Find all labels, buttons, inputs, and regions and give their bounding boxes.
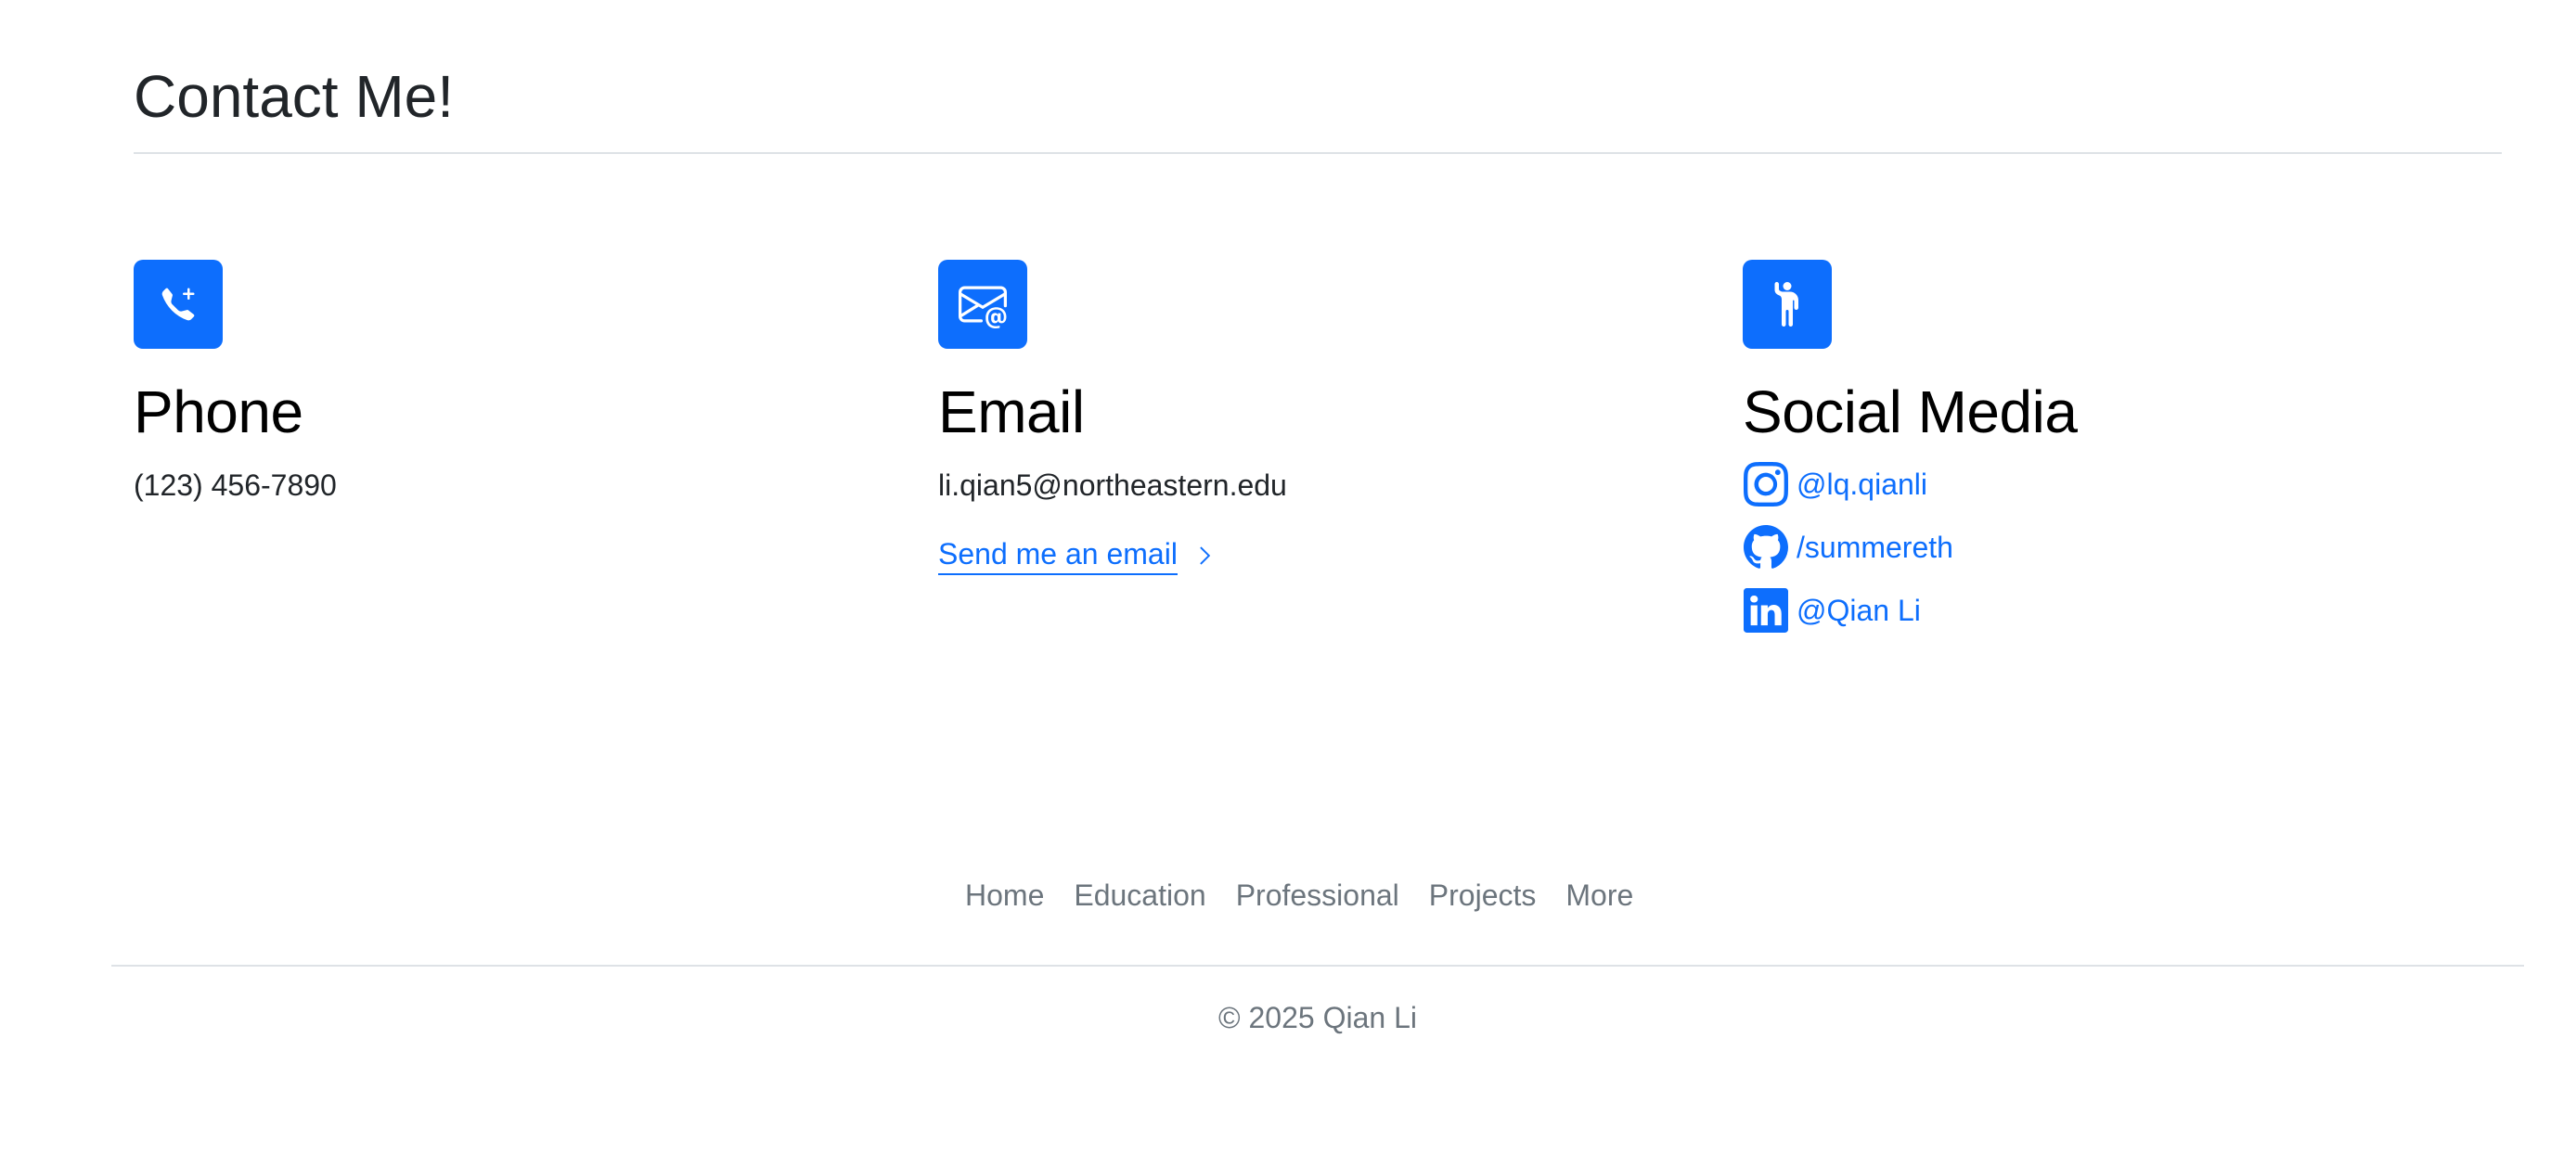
footer-link-education[interactable]: Education: [1074, 878, 1205, 913]
footer-link-professional[interactable]: Professional: [1236, 878, 1399, 913]
send-email-link[interactable]: Send me an email: [938, 536, 1215, 575]
github-link[interactable]: /summereth: [1797, 530, 1953, 565]
social-section: Social Media @lq.qianli /summereth @Qian…: [1743, 260, 2485, 649]
send-email-label: Send me an email: [938, 536, 1178, 575]
social-item-linkedin: @Qian Li: [1743, 586, 2485, 635]
phone-icon-tile: [134, 260, 223, 349]
linkedin-icon: [1743, 587, 1789, 634]
footer-nav: Home Education Professional Projects Mor…: [965, 878, 1633, 913]
social-links-list: @lq.qianli /summereth @Qian Li: [1743, 460, 2485, 635]
social-heading: Social Media: [1743, 378, 2078, 445]
page-title: Contact Me!: [134, 63, 455, 130]
phone-section: Phone (123) 456-7890: [134, 260, 876, 503]
social-item-instagram: @lq.qianli: [1743, 460, 2485, 508]
github-icon: [1743, 524, 1789, 571]
telephone-plus-icon: [160, 286, 197, 323]
email-icon-tile: [938, 260, 1027, 349]
contact-page: Contact Me! Phone (123) 456-7890 Email l…: [0, 0, 2576, 1154]
footer-link-more[interactable]: More: [1565, 878, 1633, 913]
social-icon-tile: [1743, 260, 1832, 349]
email-section: Email li.qian5@northeastern.edu Send me …: [938, 260, 1681, 575]
footer-divider: [111, 965, 2524, 967]
email-address: li.qian5@northeastern.edu: [938, 468, 1287, 502]
footer-link-projects[interactable]: Projects: [1429, 878, 1537, 913]
copyright-text: © 2025 Qian Li: [1218, 1001, 1417, 1034]
phone-number: (123) 456-7890: [134, 468, 337, 502]
linkedin-link[interactable]: @Qian Li: [1797, 593, 1921, 628]
email-heading: Email: [938, 378, 1085, 445]
envelope-at-icon: [959, 280, 1007, 328]
footer-link-home[interactable]: Home: [965, 878, 1044, 913]
instagram-link[interactable]: @lq.qianli: [1797, 467, 1927, 502]
title-divider: [134, 152, 2502, 154]
instagram-icon: [1743, 461, 1789, 507]
phone-heading: Phone: [134, 378, 303, 445]
person-raised-hand-icon: [1765, 280, 1810, 328]
social-item-github: /summereth: [1743, 523, 2485, 571]
chevron-right-icon: [1194, 545, 1215, 566]
